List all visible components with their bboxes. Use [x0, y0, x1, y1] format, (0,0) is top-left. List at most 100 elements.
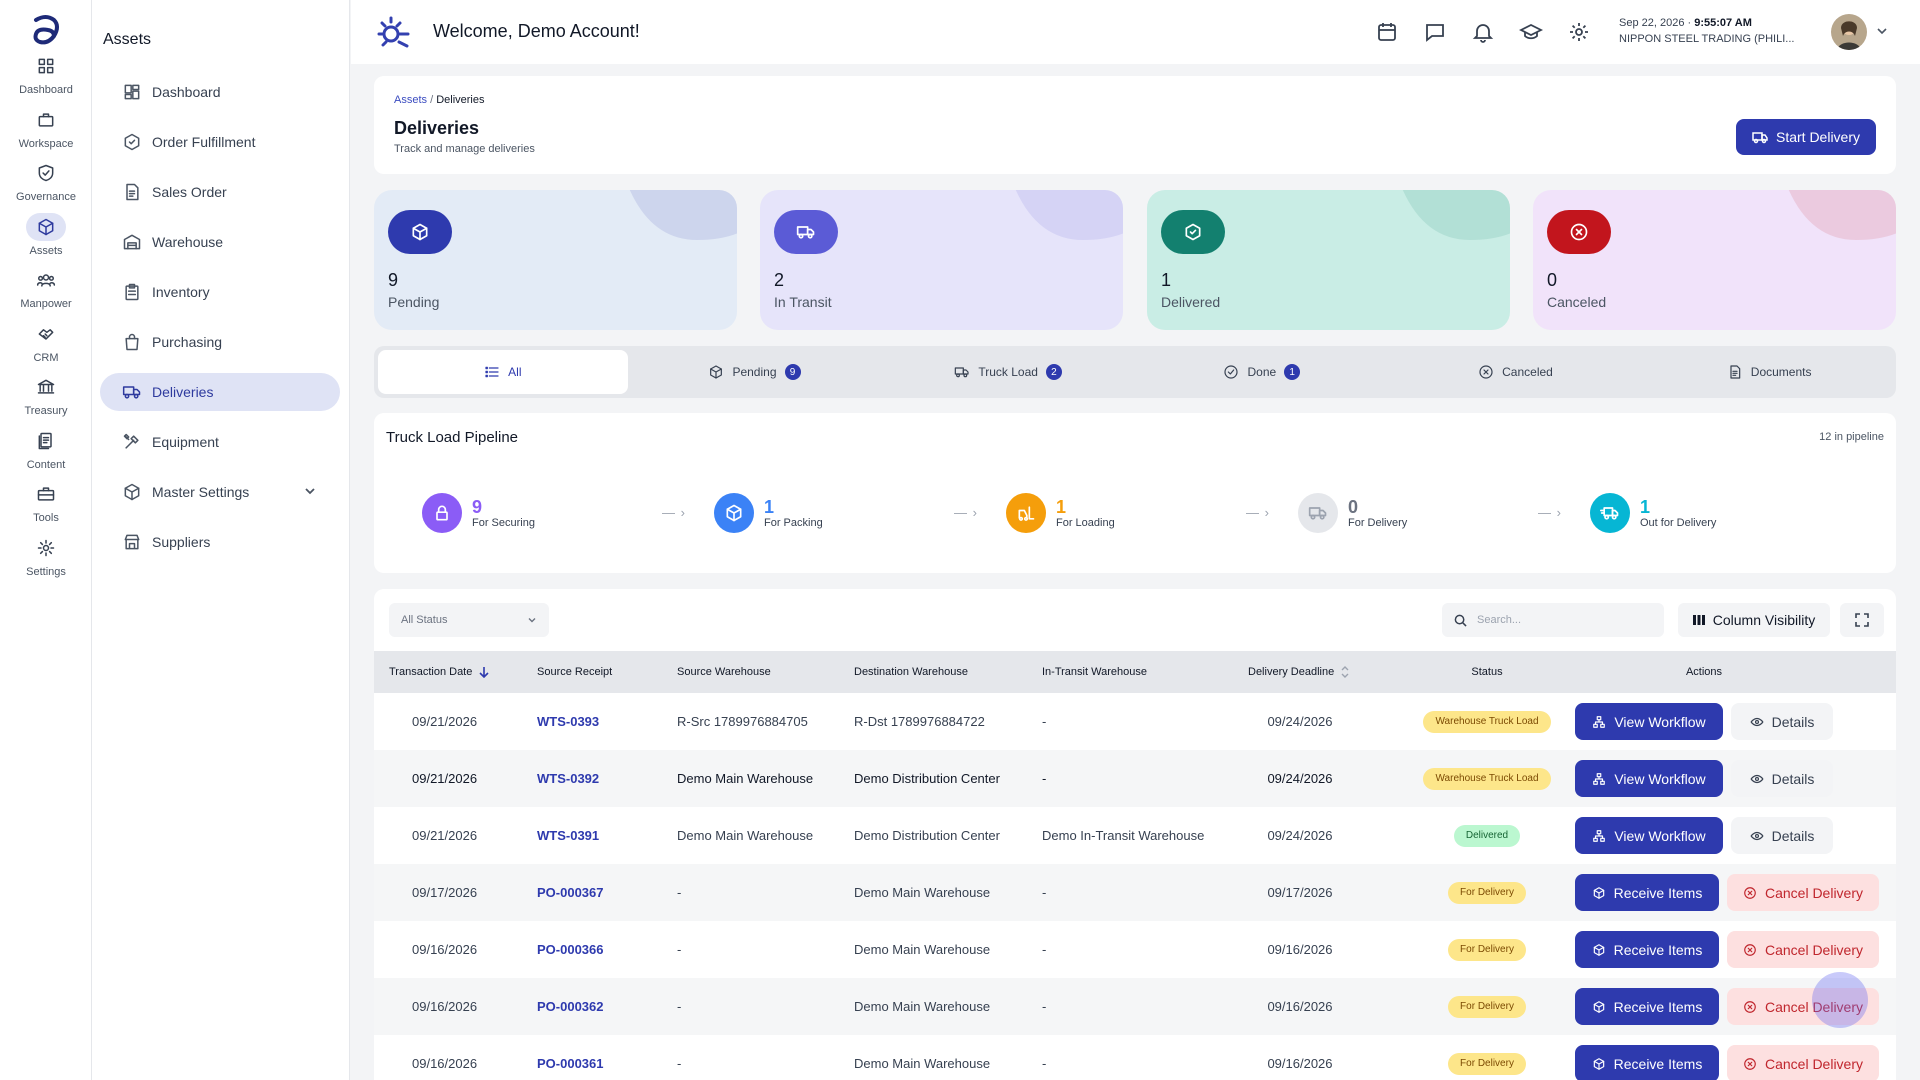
x-circle-icon [1744, 943, 1756, 956]
breadcrumb-assets-link[interactable]: Assets [394, 94, 427, 106]
sidebar-item-suppliers[interactable]: Suppliers [100, 523, 340, 561]
sidebar-item-order-fulfillment[interactable]: Order Fulfillment [100, 123, 340, 161]
details-button[interactable]: Details [1731, 760, 1833, 797]
tab-pending[interactable]: Pending 9 [628, 350, 882, 394]
transaction-date-cell: 09/17/2026 [412, 885, 478, 900]
rail-item-workspace[interactable]: Workspace [0, 106, 92, 166]
cancel-delivery-button[interactable]: Cancel Delivery [1727, 874, 1879, 911]
column-header-delivery-deadline[interactable]: Delivery Deadline [1248, 651, 1350, 693]
status-cell: Warehouse Truck Load [1418, 693, 1556, 750]
receive-items-button[interactable]: Receive Items [1575, 874, 1719, 911]
rail-item-assets[interactable]: Assets [0, 213, 92, 273]
stat-card-canceled[interactable]: 0 Canceled [1533, 190, 1896, 330]
view-workflow-button[interactable]: View Workflow [1575, 760, 1723, 797]
source-warehouse-cell: - [677, 1056, 682, 1071]
stat-card-in-transit[interactable]: 2 In Transit [760, 190, 1123, 330]
column-label: Status [1471, 666, 1503, 678]
cancel-delivery-button[interactable]: Cancel Delivery [1727, 1045, 1879, 1080]
sidebar-item-master-settings[interactable]: Master Settings [100, 473, 340, 511]
source-receipt-cell[interactable]: PO-000361 [537, 1035, 604, 1080]
tab-documents[interactable]: Documents [1642, 350, 1896, 394]
sidebar-item-label: Suppliers [152, 534, 211, 550]
tab-done[interactable]: Done 1 [1135, 350, 1389, 394]
sidebar-item-deliveries[interactable]: Deliveries [100, 373, 340, 411]
chat-icon[interactable] [1423, 20, 1447, 44]
rail-item-governance[interactable]: Governance [0, 159, 92, 219]
rail-item-dashboard[interactable]: Dashboard [0, 52, 92, 112]
brand-logo-icon[interactable] [375, 14, 411, 50]
sidebar-item-dashboard[interactable]: Dashboard [100, 73, 340, 111]
handshake-icon [26, 320, 66, 348]
columns-icon [1692, 614, 1705, 626]
start-delivery-button[interactable]: Start Delivery [1736, 119, 1876, 155]
details-button[interactable]: Details [1731, 817, 1833, 854]
search-input[interactable]: Search... [1442, 603, 1664, 637]
column-label: Delivery Deadline [1248, 666, 1335, 678]
cube-icon [122, 482, 142, 502]
tab-canceled[interactable]: Canceled [1389, 350, 1643, 394]
pipeline-stage-for-packing[interactable]: 1 For Packing [714, 493, 823, 533]
source-receipt-cell[interactable]: WTS-0393 [537, 693, 599, 750]
sort-icon[interactable] [1340, 666, 1350, 678]
rail-item-treasury[interactable]: Treasury [0, 373, 92, 433]
sidebar-item-equipment[interactable]: Equipment [100, 423, 340, 461]
pipeline-stage-for-loading[interactable]: 1 For Loading [1006, 493, 1115, 533]
app-logo[interactable] [28, 12, 64, 48]
document-icon [122, 182, 142, 202]
sidebar-item-inventory[interactable]: Inventory [100, 273, 340, 311]
bell-icon[interactable] [1471, 20, 1495, 44]
tab-count-badge: 1 [1284, 364, 1301, 380]
view-workflow-button[interactable]: View Workflow [1575, 703, 1723, 740]
cube-icon [714, 493, 754, 533]
pipeline-stage-for-delivery[interactable]: 0 For Delivery [1298, 493, 1407, 533]
page-header: Assets / Deliveries Deliveries Track and… [374, 76, 1896, 174]
status-badge: For Delivery [1448, 881, 1526, 904]
status-filter-select[interactable]: All Status [389, 603, 549, 637]
rail-item-manpower[interactable]: Manpower [0, 266, 92, 326]
receive-items-button[interactable]: Receive Items [1575, 988, 1719, 1025]
rail-item-content[interactable]: Content [0, 427, 92, 487]
sidebar-item-sales-order[interactable]: Sales Order [100, 173, 340, 211]
gear-icon[interactable] [1567, 20, 1591, 44]
source-warehouse-cell: R-Src 1789976884705 [677, 714, 808, 729]
avatar[interactable] [1831, 14, 1867, 50]
pipeline-arrow: — › [1538, 505, 1562, 520]
status-cell: Warehouse Truck Load [1418, 750, 1556, 807]
stage-label: For Packing [764, 517, 823, 529]
calendar-icon[interactable] [1375, 20, 1399, 44]
pipeline-stage-out-for-delivery[interactable]: 1 Out for Delivery [1590, 493, 1716, 533]
stat-card-delivered[interactable]: 1 Delivered [1147, 190, 1510, 330]
rail-item-tools[interactable]: Tools [0, 480, 92, 540]
stage-label: For Securing [472, 517, 535, 529]
sidebar-item-warehouse[interactable]: Warehouse [100, 223, 340, 261]
breadcrumb-separator: / [430, 94, 434, 106]
start-delivery-label: Start Delivery [1775, 129, 1861, 145]
tab-all[interactable]: All [378, 350, 628, 394]
tab-truck-load[interactable]: Truck Load 2 [881, 350, 1135, 394]
source-receipt-cell[interactable]: PO-000362 [537, 978, 604, 1035]
rail-item-settings[interactable]: Settings [0, 534, 92, 594]
shopping-bag-icon [122, 332, 142, 352]
receive-items-button[interactable]: Receive Items [1575, 931, 1719, 968]
column-header-transaction-date[interactable]: Transaction Date [389, 651, 490, 693]
details-button[interactable]: Details [1731, 703, 1833, 740]
source-receipt-cell[interactable]: PO-000367 [537, 864, 604, 921]
view-workflow-button[interactable]: View Workflow [1575, 817, 1723, 854]
source-receipt-cell[interactable]: WTS-0391 [537, 807, 599, 864]
column-visibility-button[interactable]: Column Visibility [1678, 603, 1830, 637]
source-receipt-cell[interactable]: WTS-0392 [537, 750, 599, 807]
pipeline-stage-for-securing[interactable]: 9 For Securing [422, 493, 535, 533]
chevron-down-icon[interactable] [1875, 24, 1889, 38]
rail-item-crm[interactable]: CRM [0, 320, 92, 380]
sort-desc-icon[interactable] [478, 666, 490, 678]
stat-card-pending[interactable]: 9 Pending [374, 190, 737, 330]
cancel-delivery-button[interactable]: Cancel Delivery [1727, 931, 1879, 968]
sidebar-item-purchasing[interactable]: Purchasing [100, 323, 340, 361]
source-warehouse-cell: - [677, 885, 682, 900]
source-receipt-cell[interactable]: PO-000366 [537, 921, 604, 978]
fullscreen-button[interactable] [1840, 603, 1884, 637]
receive-items-button[interactable]: Receive Items [1575, 1045, 1719, 1080]
in-transit-warehouse-cell: - [1042, 999, 1047, 1014]
graduation-cap-icon[interactable] [1519, 20, 1543, 44]
workflow-icon [1593, 772, 1606, 785]
